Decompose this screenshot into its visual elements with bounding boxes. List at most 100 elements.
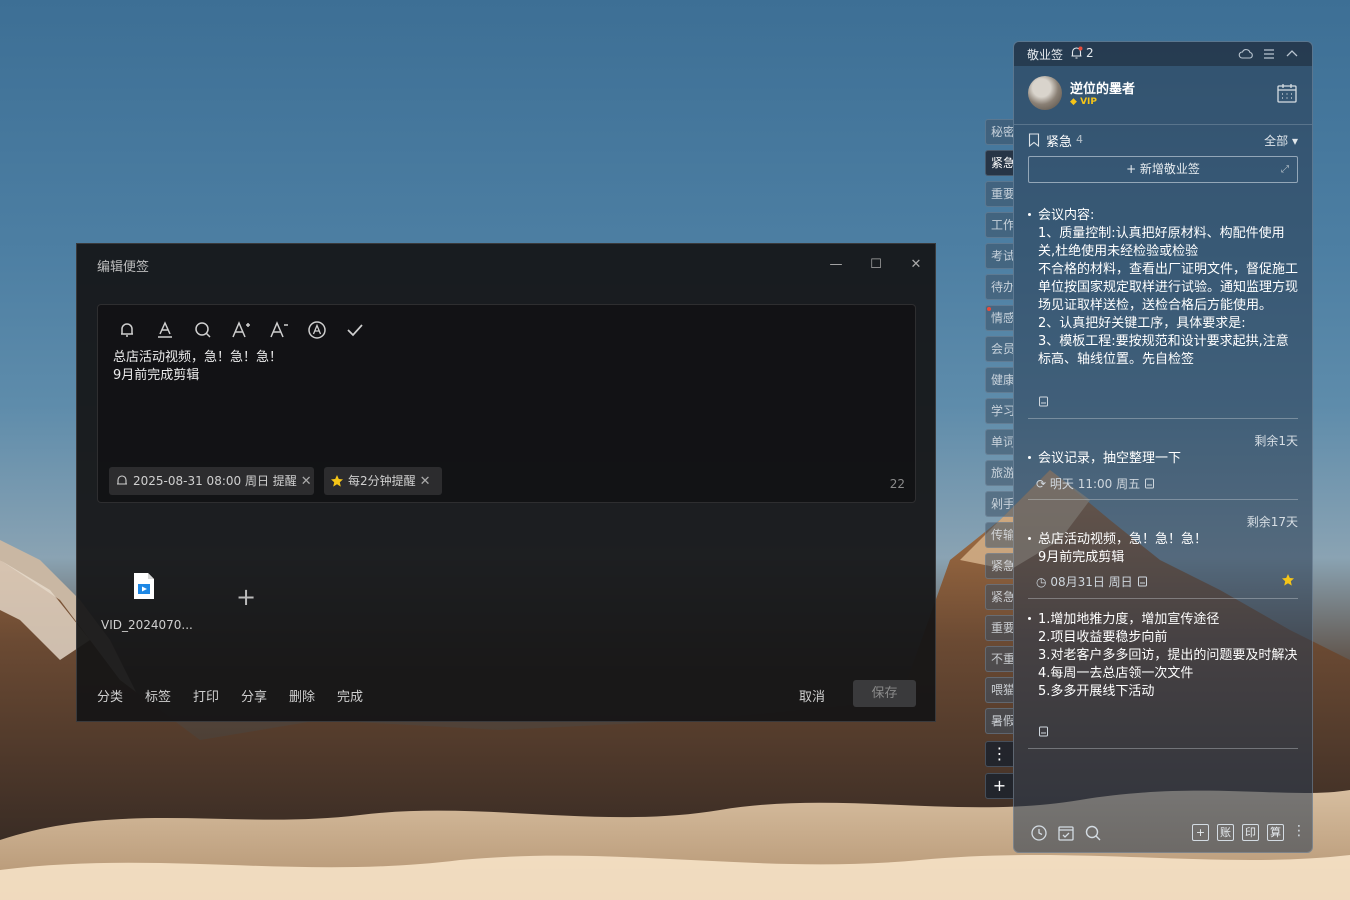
- side-tab-feed-cat[interactable]: 喂猫: [985, 677, 1013, 703]
- text-color-icon[interactable]: [154, 319, 176, 341]
- side-tab-work[interactable]: 工作: [985, 212, 1013, 238]
- side-tab-health[interactable]: 健康: [985, 367, 1013, 393]
- remove-reminder-icon[interactable]: ✕: [301, 468, 312, 496]
- side-tab-shopping[interactable]: 剁手: [985, 491, 1013, 517]
- new-note-label: + 新增敬业签: [1126, 162, 1200, 176]
- close-icon[interactable]: ✕: [905, 254, 927, 276]
- side-tab-urgent[interactable]: 紧急: [985, 150, 1013, 176]
- notification-bell-icon[interactable]: [1070, 46, 1083, 60]
- expand-icon[interactable]: ⤢: [1281, 157, 1289, 182]
- note-text: 1.增加地推力度，增加宣传途径 2.项目收益要稳步向前 3.对老客户多多回访，提…: [1038, 612, 1298, 699]
- remove-repeat-icon[interactable]: ✕: [420, 468, 431, 496]
- note-item[interactable]: 1.增加地推力度，增加宣传途径 2.项目收益要稳步向前 3.对老客户多多回访，提…: [1028, 611, 1298, 721]
- star-icon: [331, 475, 343, 487]
- more-options-icon[interactable]: ⋮: [1292, 823, 1306, 839]
- add-category-icon[interactable]: +: [985, 773, 1013, 799]
- print-box-button[interactable]: 印: [1242, 824, 1259, 841]
- side-tab-not-important[interactable]: 不重: [985, 646, 1013, 672]
- calculate-box-button[interactable]: 算: [1267, 824, 1284, 841]
- remaining-days: 剩余17天: [1246, 515, 1298, 529]
- avatar[interactable]: [1028, 76, 1062, 110]
- clock-icon: ◷: [1036, 575, 1047, 589]
- new-note-button[interactable]: + 新增敬业签 ⤢: [1028, 156, 1298, 183]
- side-tab-exam[interactable]: 考试: [985, 243, 1013, 269]
- font-increase-icon[interactable]: [230, 319, 252, 341]
- side-tab-secret[interactable]: 秘密: [985, 119, 1013, 145]
- collapse-icon[interactable]: [1284, 46, 1300, 62]
- delete-button[interactable]: 删除: [289, 686, 315, 705]
- vip-badge: ◆ VIP: [1070, 97, 1097, 107]
- note-text: 总店活动视频，急！急！急！ 9月前完成剪辑: [1038, 532, 1208, 565]
- search-icon[interactable]: [192, 319, 214, 341]
- calendar-icon[interactable]: [1276, 82, 1298, 104]
- editor-titlebar[interactable]: 编辑便签 — ☐ ✕: [77, 244, 935, 286]
- side-tab-important[interactable]: 重要: [985, 181, 1013, 207]
- user-name[interactable]: 逆位的墨者: [1070, 78, 1135, 97]
- repeat-tag[interactable]: 每2分钟提醒 ✕: [324, 467, 442, 495]
- panel-footer: + 账 印 算 ⋮: [1014, 812, 1312, 852]
- note-item[interactable]: 总店活动视频，急！急！急！ 9月前完成剪辑: [1028, 531, 1298, 569]
- attachment-item[interactable]: VID_2024070...: [101, 572, 193, 642]
- note-item[interactable]: 会议内容: 1、质量控制:认真把好原材料、构配件使用关,杜绝使用未经检验或检验 …: [1028, 207, 1298, 390]
- history-clock-icon[interactable]: [1030, 824, 1048, 842]
- side-tab-transfer[interactable]: 传输: [985, 522, 1013, 548]
- side-tab-emotion[interactable]: 情感: [985, 305, 1013, 331]
- text-style-icon[interactable]: [306, 319, 328, 341]
- maximize-icon[interactable]: ☐: [865, 254, 887, 276]
- side-tab-summer[interactable]: 暑假: [985, 708, 1013, 734]
- lock-icon[interactable]: [1038, 396, 1049, 407]
- cloud-sync-icon[interactable]: [1238, 46, 1254, 62]
- note-meta: ⟳ 明天 11:00 周五: [1036, 475, 1155, 492]
- lock-icon[interactable]: [1038, 726, 1049, 737]
- account-box-button[interactable]: 账: [1217, 824, 1234, 841]
- notification-count: 2: [1086, 46, 1094, 60]
- lock-icon[interactable]: [1137, 576, 1148, 587]
- note-bullet: [1028, 456, 1031, 459]
- menu-icon[interactable]: [1261, 46, 1277, 62]
- add-box-button[interactable]: +: [1192, 824, 1209, 841]
- edit-note-window: 编辑便签 — ☐ ✕ 总店活动视频，急！急！急！ 9月前完成剪辑 2025-08…: [76, 243, 936, 722]
- side-tab-urgent-2[interactable]: 紧急: [985, 553, 1013, 579]
- cancel-button[interactable]: 取消: [799, 686, 825, 705]
- note-time: 明天 11:00 周五: [1049, 477, 1141, 491]
- lock-icon[interactable]: [1144, 478, 1155, 489]
- side-tab-words[interactable]: 单词: [985, 429, 1013, 455]
- side-tab-important-2[interactable]: 重要: [985, 615, 1013, 641]
- side-tab-urgent-3[interactable]: 紧急: [985, 584, 1013, 610]
- note-content-box[interactable]: 总店活动视频，急！急！急！ 9月前完成剪辑 2025-08-31 08:00 周…: [97, 304, 916, 503]
- side-tab-travel[interactable]: 旅游: [985, 460, 1013, 486]
- search-icon[interactable]: [1084, 824, 1102, 842]
- side-tab-study[interactable]: 学习: [985, 398, 1013, 424]
- checkmark-icon[interactable]: [344, 319, 366, 341]
- repeat-icon: ⟳: [1036, 477, 1047, 491]
- note-text-area[interactable]: 总店活动视频，急！急！急！ 9月前完成剪辑: [113, 349, 282, 385]
- print-button[interactable]: 打印: [193, 686, 219, 705]
- note-line: 总店活动视频，急！急！急！: [113, 350, 283, 365]
- filter-dropdown[interactable]: 全部 ▾: [1264, 132, 1298, 149]
- note-bullet: [1028, 617, 1031, 620]
- minimize-icon[interactable]: —: [825, 254, 847, 276]
- category-button[interactable]: 分类: [97, 686, 123, 705]
- char-count: 22: [889, 477, 905, 491]
- save-button[interactable]: 保存: [853, 680, 916, 707]
- note-line: 9月前完成剪辑: [113, 368, 200, 383]
- note-time: 08月31日 周日: [1050, 575, 1133, 589]
- side-tab-todo[interactable]: 待办: [985, 274, 1013, 300]
- completed-tasks-icon[interactable]: [1057, 824, 1075, 842]
- add-attachment-icon[interactable]: +: [235, 585, 257, 609]
- note-item[interactable]: 会议记录，抽空整理一下: [1028, 450, 1298, 470]
- star-icon[interactable]: [1281, 573, 1295, 587]
- side-tab-member[interactable]: 会员: [985, 336, 1013, 362]
- reminder-tag-label: 2025-08-31 08:00 周日 提醒: [133, 474, 297, 488]
- font-decrease-icon[interactable]: [268, 319, 290, 341]
- more-tabs-icon[interactable]: ⋮: [985, 741, 1013, 767]
- reminder-bell-icon[interactable]: [116, 319, 138, 341]
- chevron-down-icon: ▾: [1291, 134, 1298, 148]
- note-bullet: [1028, 213, 1031, 216]
- reminder-tag[interactable]: 2025-08-31 08:00 周日 提醒 ✕: [109, 467, 314, 495]
- note-divider: [1028, 418, 1298, 419]
- complete-button[interactable]: 完成: [337, 686, 363, 705]
- share-button[interactable]: 分享: [241, 686, 267, 705]
- tag-button[interactable]: 标签: [145, 686, 171, 705]
- panel-header[interactable]: 敬业签 2: [1014, 42, 1312, 66]
